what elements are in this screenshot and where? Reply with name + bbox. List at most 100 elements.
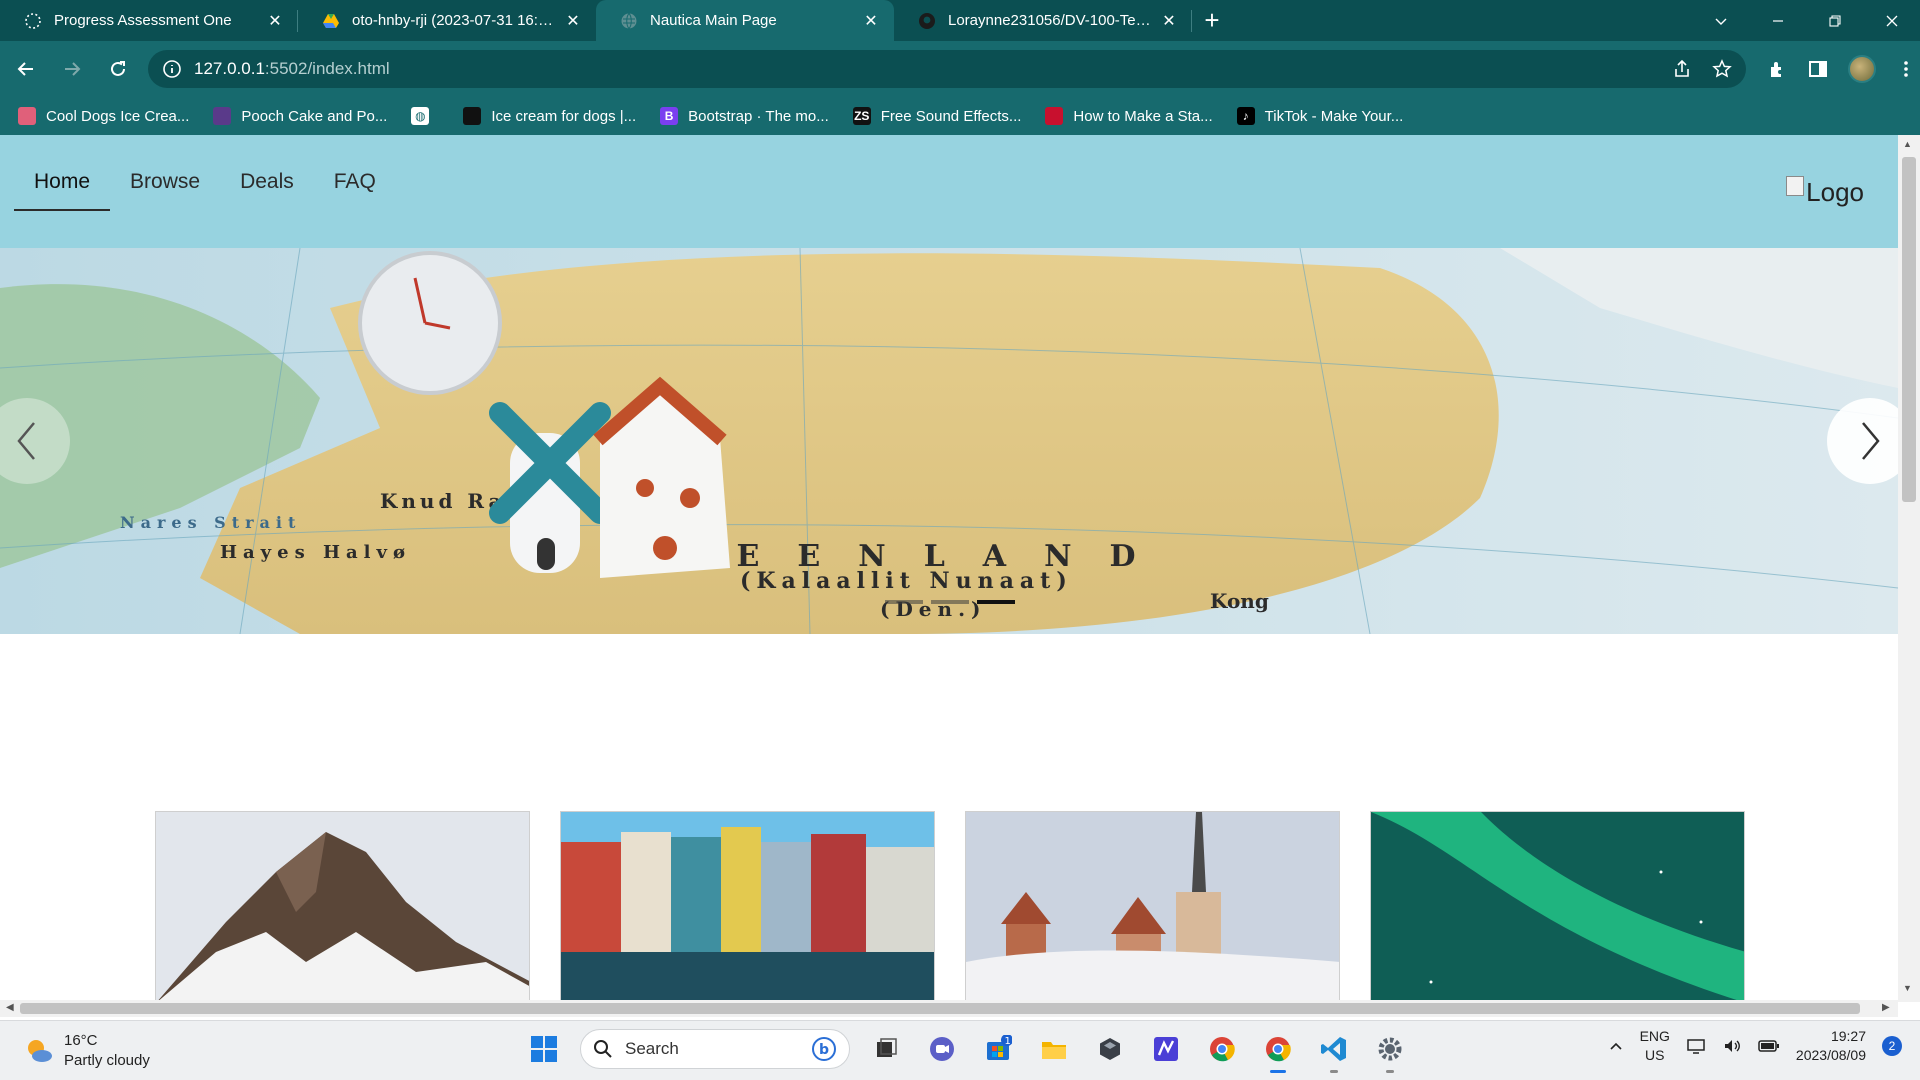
bookmark-item[interactable]: B Bootstrap · The mo... [660,107,829,125]
forward-icon[interactable] [52,49,92,89]
teams-chat-icon[interactable] [922,1029,962,1069]
horizontal-scrollbar[interactable]: ◀ ▶ [0,1000,1898,1017]
nav-link-faq[interactable]: FAQ [314,171,396,211]
share-icon[interactable] [1672,59,1692,79]
bookmark-item[interactable]: How to Make a Sta... [1045,107,1213,125]
bookmark-favicon-icon [18,107,36,125]
logo-alt-text: Logo [1806,177,1864,207]
bookmark-item[interactable]: Ice cream for dogs |... [463,107,636,125]
clock[interactable]: 19:27 2023/08/09 [1796,1027,1866,1065]
close-icon[interactable]: ✕ [1160,11,1178,31]
scroll-left-icon[interactable]: ◀ [6,1002,14,1013]
battery-icon[interactable] [1758,1036,1780,1056]
vscode-icon[interactable] [1314,1029,1354,1073]
tab-github-repo[interactable]: Loraynne231056/DV-100-Term-3 ✕ [894,0,1192,41]
bookmark-item[interactable]: Cool Dogs Ice Crea... [18,107,189,125]
tab-google-drive[interactable]: oto-hnby-rji (2023-07-31 16:08 GMT+2) ✕ [298,0,596,41]
weather-widget[interactable]: 16°C Partly cloudy [24,1031,150,1071]
bookmark-item[interactable]: ZS Free Sound Effects... [852,107,1021,125]
restore-icon[interactable] [1806,0,1863,41]
lang-code: ENG [1639,1028,1670,1044]
nav-link-deals[interactable]: Deals [220,171,314,211]
bookmark-favicon-icon: ♪ [1236,107,1255,125]
google-drive-icon [323,13,339,28]
tab-nautica-main-page[interactable]: Nautica Main Page ✕ [596,0,894,41]
windows-taskbar: 16°C Partly cloudy Search b 1 ENG US 19:… [0,1020,1920,1080]
loading-icon [25,12,41,29]
globe-icon [621,12,637,29]
close-icon[interactable]: ✕ [266,11,284,31]
scroll-right-icon[interactable]: ▶ [1882,1002,1890,1013]
chrome-active-icon[interactable] [1258,1029,1298,1073]
bookmark-item[interactable]: Pooch Cake and Po... [213,107,387,125]
nav-link-browse[interactable]: Browse [110,171,220,211]
tab-search-icon[interactable] [1692,0,1749,41]
svg-text:b: b [819,1042,829,1058]
close-icon[interactable]: ✕ [564,11,582,31]
taskbar-search-box[interactable]: Search b [580,1029,850,1069]
svg-text:(Kalaallit Nunaat): (Kalaallit Nunaat) [740,568,1073,594]
bookmark-favicon-icon: ◍ [411,107,430,125]
bookmark-item[interactable]: ◍ [411,107,439,125]
language-indicator[interactable]: ENG US [1640,1027,1670,1065]
card-aurora-image[interactable] [1370,811,1745,1002]
nav-link-home[interactable]: Home [14,171,111,211]
bookmark-star-icon[interactable] [1712,59,1732,79]
menu-kebab-icon[interactable] [1896,59,1916,79]
new-tab-button[interactable]: + [1192,0,1232,41]
file-explorer-icon[interactable] [1034,1029,1074,1069]
volume-icon[interactable] [1722,1036,1742,1056]
svg-text:Nares Strait: Nares Strait [120,513,301,532]
scroll-up-icon[interactable]: ▲ [1903,139,1912,149]
tab-progress-assessment[interactable]: Progress Assessment One ✕ [0,0,298,41]
address-bar[interactable]: 127.0.0.1:5502/index.html [148,50,1746,88]
back-icon[interactable] [6,49,46,89]
info-icon[interactable] [162,59,182,79]
microsoft-store-icon[interactable]: 1 [978,1029,1018,1069]
bookmark-label: Bootstrap · The mo... [688,107,829,125]
card-mountain-image[interactable] [155,811,530,1002]
bing-icon[interactable]: b [811,1036,837,1062]
carousel-indicator[interactable] [931,600,969,604]
clock-date: 2023/08/09 [1795,1047,1866,1063]
start-button[interactable] [524,1029,564,1069]
task-view-icon[interactable] [866,1029,906,1069]
hero-carousel: GREENLAND (Kalaallit Nunaat) (Den.) Haye… [0,248,1898,634]
close-window-icon[interactable] [1863,0,1920,41]
bookmark-label: How to Make a Sta... [1073,107,1213,125]
app-editor-icon[interactable] [1146,1029,1186,1069]
notification-badge[interactable]: 2 [1882,1036,1902,1056]
search-placeholder: Search [625,1039,679,1058]
carousel-indicator[interactable] [977,600,1015,604]
profile-avatar[interactable] [1848,55,1876,83]
horizontal-scroll-thumb[interactable] [20,1003,1860,1014]
bookmark-label: Pooch Cake and Po... [241,107,388,125]
chevron-right-icon [1862,422,1880,460]
chevron-up-icon[interactable] [1608,1038,1624,1054]
reload-icon[interactable] [98,49,138,89]
carousel-indicator[interactable] [885,600,923,604]
carousel-indicators [885,600,1015,604]
minimize-icon[interactable] [1749,0,1806,41]
card-winter-town-image[interactable] [965,811,1340,1002]
close-icon[interactable]: ✕ [862,11,880,31]
scroll-thumb[interactable] [1902,157,1916,502]
tab-title: oto-hnby-rji (2023-07-31 16:08 GMT+2) [352,12,556,29]
bookmark-item[interactable]: ♪ TikTok - Make Your... [1236,107,1403,125]
chevron-left-icon [17,422,35,460]
card-harbour-houses-image[interactable] [560,811,935,1002]
extensions-icon[interactable] [1768,59,1788,79]
svg-text:Kong: Kong [1210,589,1269,613]
network-icon[interactable] [1686,1036,1706,1056]
side-panel-icon[interactable] [1808,59,1828,79]
lang-region: US [1645,1047,1665,1063]
settings-gear-icon[interactable] [1370,1029,1410,1073]
url-host: 127.0.0.1 [194,59,265,78]
chrome-icon[interactable] [1202,1029,1242,1069]
bookmark-favicon-icon: B [660,107,679,125]
vertical-scrollbar[interactable]: ▲ ▼ [1898,135,1920,1002]
scroll-down-icon[interactable]: ▼ [1903,983,1912,993]
app-hexagon-icon[interactable] [1090,1029,1130,1069]
logo[interactable]: Logo [1786,175,1864,208]
hero-map-image: GREENLAND (Kalaallit Nunaat) (Den.) Haye… [0,248,1898,634]
